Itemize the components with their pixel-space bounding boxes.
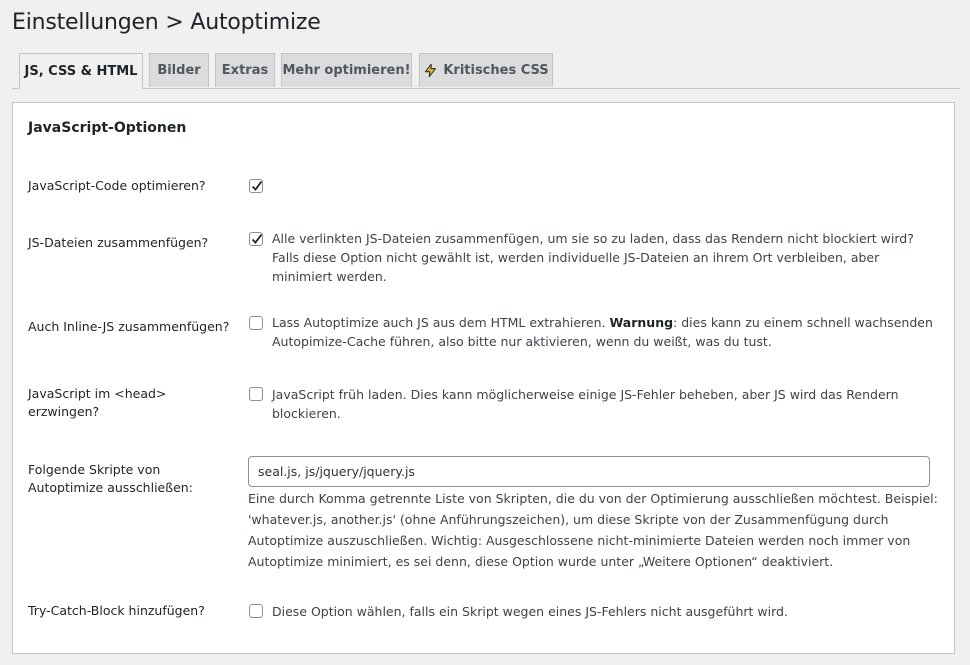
aggregate-js-label: JS-Dateien zusammenfügen?	[28, 235, 209, 250]
tab-label: JS, CSS & HTML	[24, 63, 138, 79]
inline-js-label: Auch Inline-JS zusammenfügen?	[28, 319, 230, 334]
optimize-js-label: JavaScript-Code optimieren?	[28, 178, 206, 193]
settings-tabs: JS, CSS & HTML Bilder Extras Mehr optimi…	[12, 53, 960, 89]
tab-label: Mehr optimieren!	[282, 63, 411, 78]
try-catch-description: Diese Option wählen, falls ein Skript we…	[272, 604, 788, 619]
force-head-label: JavaScript im <head> erzwingen?	[28, 386, 167, 419]
checkmark-icon	[251, 233, 263, 244]
tab-extras[interactable]: Extras	[215, 53, 275, 87]
inline-js-description: Lass Autoptimize auch JS aus dem HTML ex…	[272, 313, 937, 351]
tab-mehr-optimieren[interactable]: Mehr optimieren!	[281, 53, 412, 87]
settings-panel: JavaScript-Optionen JavaScript-Code opti…	[12, 102, 955, 654]
tab-label: Extras	[221, 63, 269, 78]
try-catch-label: Try-Catch-Block hinzufügen?	[28, 603, 205, 618]
tab-label: Kritisches CSS	[443, 63, 549, 78]
inline-js-warning: Warnung	[609, 315, 674, 330]
inline-js-desc-pre: Lass Autoptimize auch JS aus dem HTML ex…	[272, 315, 610, 330]
page-title: Einstellungen > Autoptimize	[12, 10, 321, 35]
exclude-scripts-help: Eine durch Komma getrennte Liste von Skr…	[248, 491, 938, 569]
aggregate-js-description: Alle verlinkten JS-Dateien zusammenfügen…	[272, 231, 914, 284]
checkmark-icon	[251, 180, 263, 191]
tab-bilder[interactable]: Bilder	[149, 53, 209, 87]
lightning-icon	[425, 63, 437, 78]
optimize-js-checkbox[interactable]	[249, 179, 263, 193]
tab-js-css-html[interactable]: JS, CSS & HTML	[19, 53, 143, 89]
aggregate-js-checkbox[interactable]	[249, 232, 263, 246]
exclude-scripts-input[interactable]	[248, 456, 930, 487]
tab-label: Bilder	[157, 63, 201, 78]
force-head-description: JavaScript früh laden. Dies kann möglich…	[272, 387, 899, 421]
inline-js-checkbox[interactable]	[249, 316, 263, 330]
exclude-scripts-label: Folgende Skripte von Autoptimize ausschl…	[28, 462, 193, 495]
tab-kritisches-css[interactable]: Kritisches CSS	[419, 53, 553, 87]
try-catch-checkbox[interactable]	[249, 604, 263, 618]
force-head-checkbox[interactable]	[249, 387, 263, 401]
section-title: JavaScript-Optionen	[28, 120, 187, 136]
